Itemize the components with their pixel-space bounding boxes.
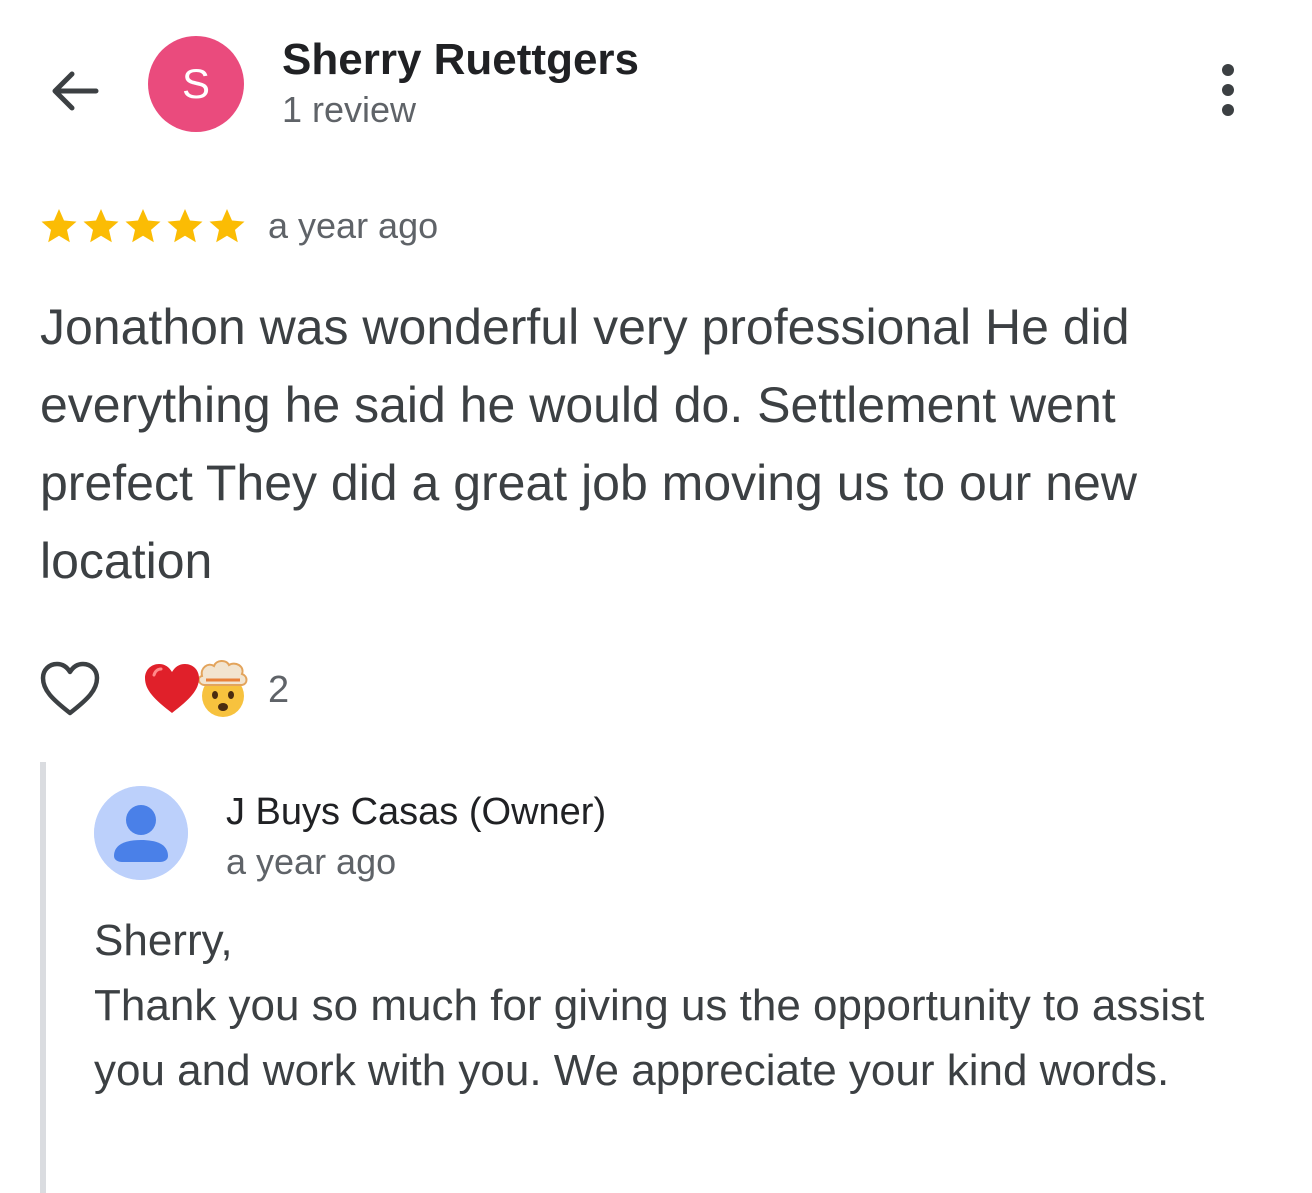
back-button[interactable] (44, 60, 106, 122)
avatar-initial: S (181, 60, 210, 107)
review-count[interactable]: 1 review (282, 88, 416, 132)
review-text: Jonathon was wonderful very professional… (40, 299, 1137, 589)
star-rating (38, 202, 248, 250)
owner-name: J Buys Casas (Owner) (226, 791, 607, 833)
reactions-summary[interactable] (142, 656, 254, 722)
star-icon (41, 209, 77, 243)
default-person-avatar-icon (94, 786, 188, 880)
owner-avatar (94, 786, 188, 880)
arrow-left-icon (52, 71, 99, 111)
reviewer-name[interactable]: Sherry Ruettgers (282, 34, 639, 86)
reply-body: Thank you so much for giving us the oppo… (94, 981, 1205, 1095)
star-icon (83, 209, 119, 243)
owner-reply-time: a year ago (226, 841, 397, 882)
more-vertical-icon (1222, 64, 1234, 116)
reply-divider (40, 762, 46, 1193)
heart-outline-icon (40, 661, 100, 716)
owner-reply-text: Sherry, Thank you so much for giving us … (94, 908, 1274, 1103)
star-icon (125, 209, 161, 243)
like-button[interactable] (38, 658, 102, 722)
reviewer-avatar[interactable]: S (148, 36, 244, 132)
reply-greeting: Sherry, (94, 916, 233, 965)
star-icon (167, 209, 203, 243)
star-icon (209, 209, 245, 243)
review-time: a year ago (268, 205, 439, 246)
reaction-count[interactable]: 2 (268, 668, 289, 712)
red-heart-emoji-icon (145, 664, 199, 713)
more-options-button[interactable] (1206, 60, 1250, 124)
